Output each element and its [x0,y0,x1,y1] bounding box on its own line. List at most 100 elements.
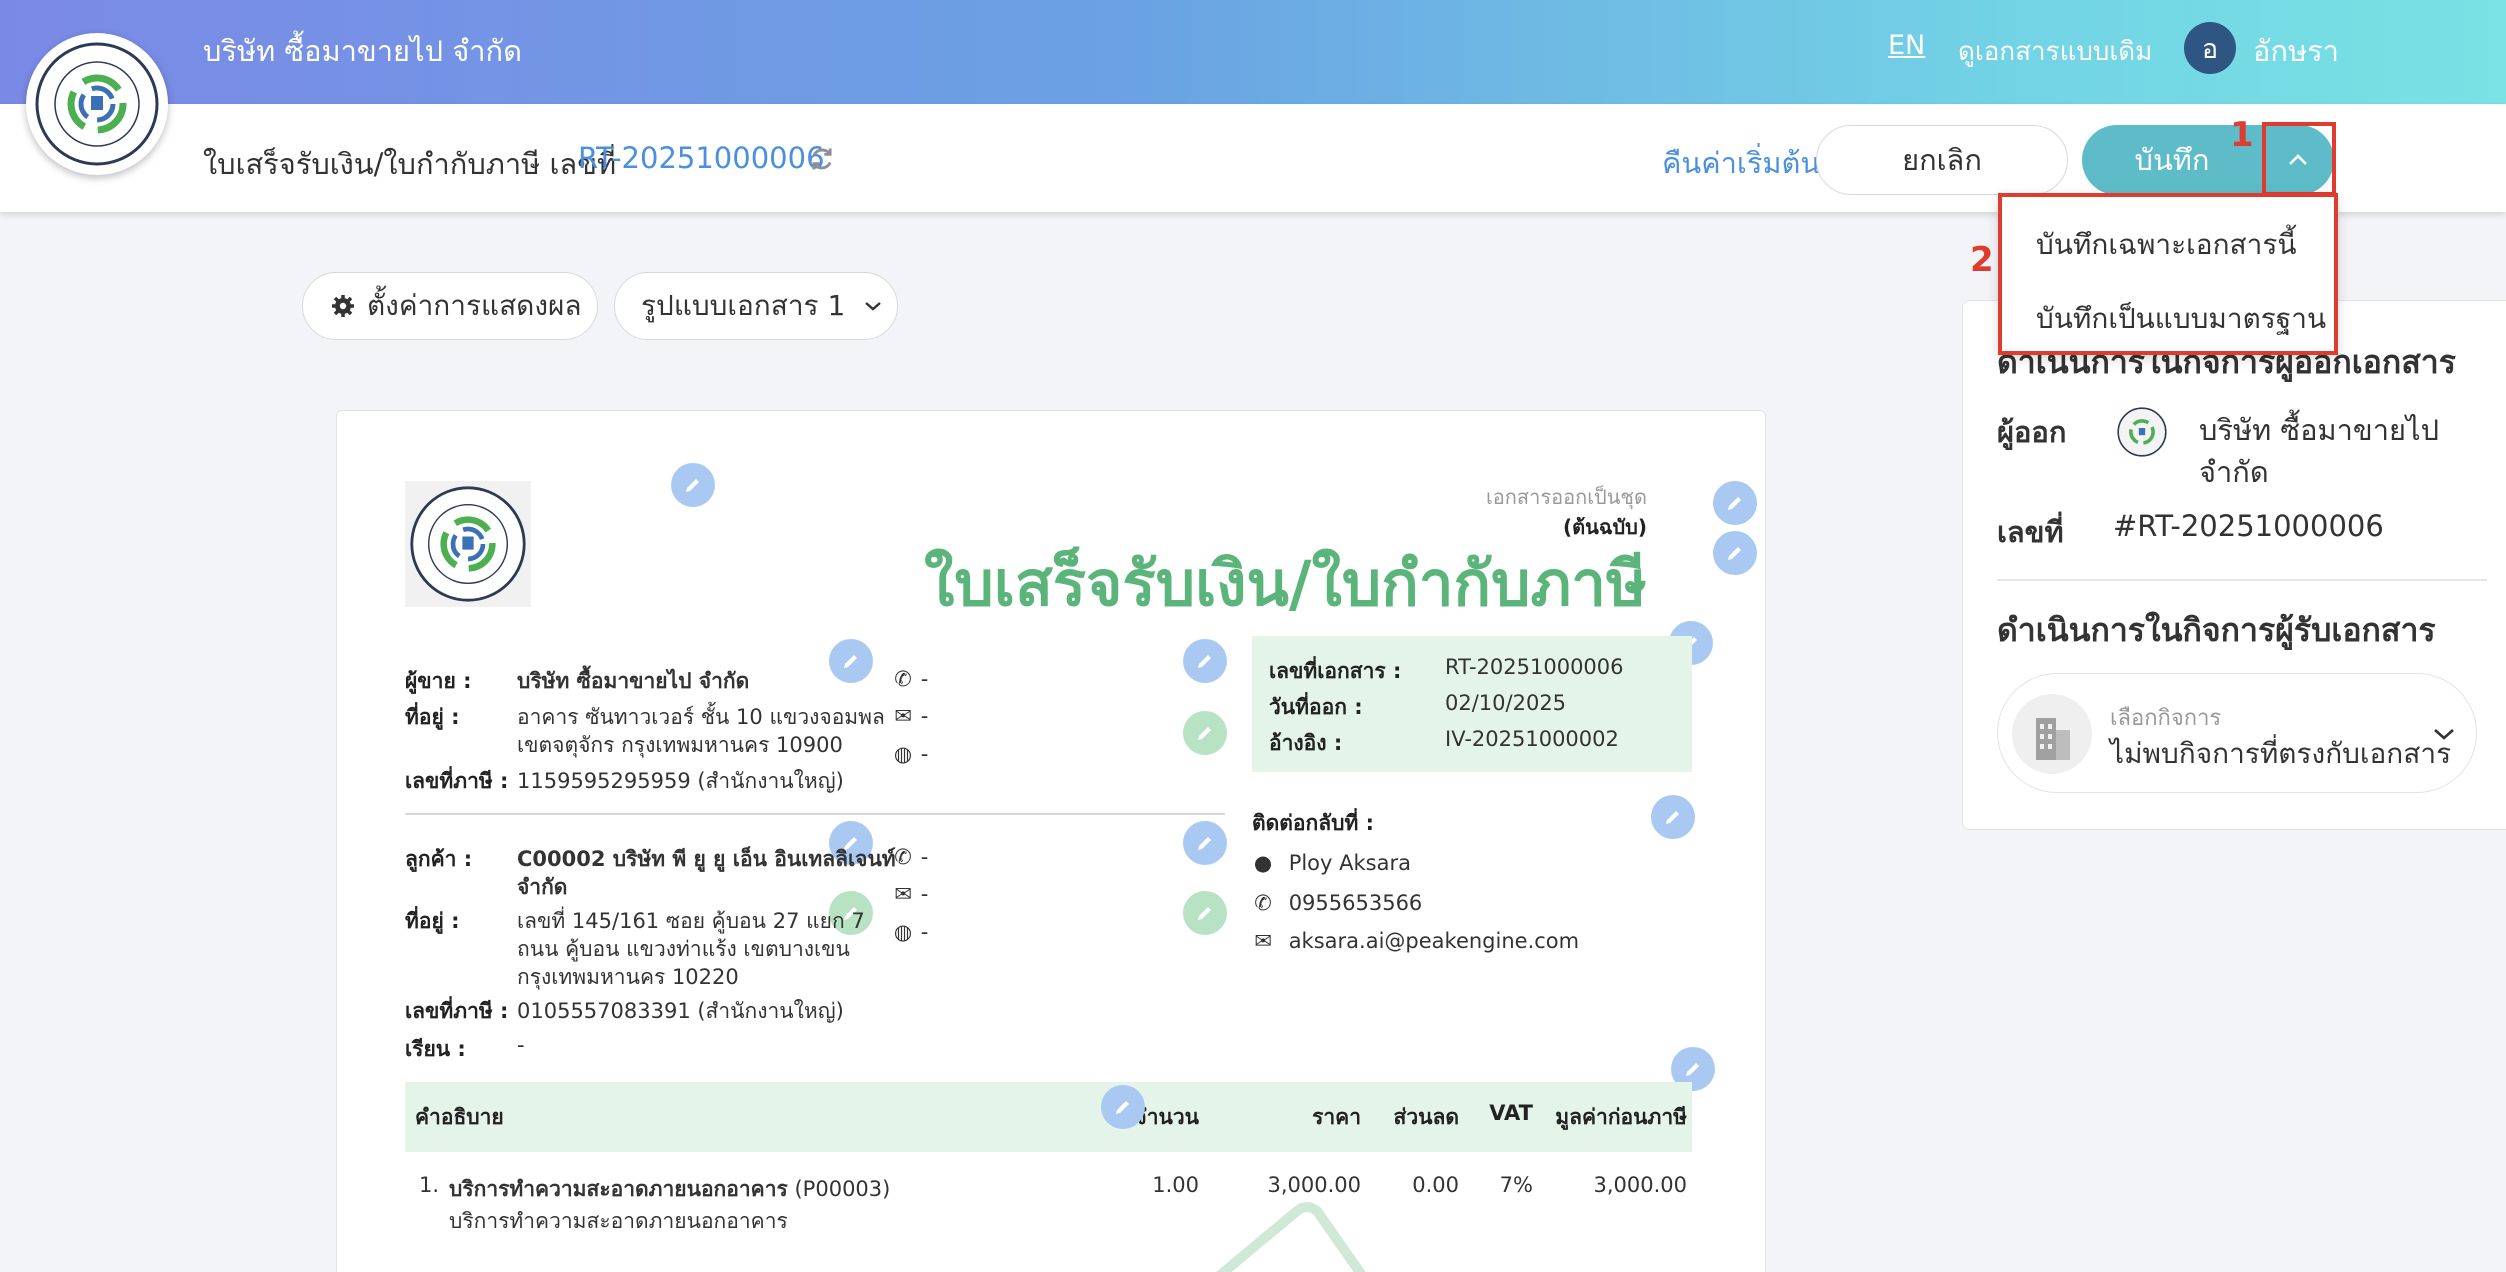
pencil-icon [1116,1101,1129,1114]
customer-email: - [920,882,929,906]
edit-customer-contact-button[interactable] [1183,821,1227,865]
toggle-seller-contact-button[interactable] [1183,711,1227,755]
document-title: ใบเสร็จรับเงิน/ใบกำกับภาษี [924,547,1647,620]
document-logo[interactable] [405,481,531,607]
contact-name: Ploy Aksara [1288,851,1411,875]
item-name-line: บริการทำความสะอาดภายนอกอาคาร (P00003) [449,1173,890,1206]
edit-contact-button[interactable] [1651,795,1695,839]
user-name[interactable]: อักษรา [2253,28,2339,74]
divider [405,813,1225,815]
col-price: ราคา [1312,1105,1361,1129]
customer-name-line2: จำกัด [517,875,568,899]
item-description: บริการทำความสะอาดภายนอกอาคาร [449,1209,788,1233]
phone-icon: ✆ [1254,891,1272,915]
customer-tax-label: เลขที่ภาษี : [405,999,509,1023]
edit-seller-button[interactable] [829,639,873,683]
chevron-down-icon [2434,729,2454,740]
ref-label: อ้างอิง : [1269,731,1343,755]
edit-description-col-button[interactable] [1101,1085,1145,1129]
seller-address-line2: เขตจตุจักร กรุงเทพมหานคร 10900 [517,733,843,757]
seller-web: - [920,742,929,766]
save-this-document-option[interactable]: บันทึกเฉพาะเอกสารนี้ [2036,223,2297,267]
refresh-icon[interactable] [808,145,836,173]
receiver-heading: ดำเนินการในกิจการผู้รับเอกสาร [1997,611,2436,649]
save-as-standard-option[interactable]: บันทึกเป็นแบบมาตรฐาน [2036,297,2326,341]
template-select[interactable]: รูปแบบเอกสาร 1 [614,272,898,340]
item-name: บริการทำความสะอาดภายนอกอาคาร [449,1177,788,1201]
customer-web-row: ◍ - [892,920,928,944]
attention-value: - [517,1033,525,1057]
cancel-button[interactable]: ยกเลิก [1816,125,2068,195]
batch-note: เอกสารออกเป็นชุด [1485,485,1647,509]
customer-web: - [920,920,929,944]
company-name: บริษัท ซื้อมาขายไป จำกัด [203,34,522,68]
divider [1997,579,2487,581]
template-select-value: รูปแบบเอกสาร 1 [641,289,846,322]
watermark-shape [1215,1202,1366,1272]
edit-logo-button[interactable] [671,463,715,507]
contact-phone: 0955653566 [1288,891,1423,915]
display-settings-button[interactable]: ตั้งค่าการแสดงผล [302,272,598,340]
toggle-customer-contact-button[interactable] [1183,891,1227,935]
item-qty: 1.00 [1152,1173,1199,1197]
company-logo[interactable] [26,33,168,175]
pencil-icon [686,479,699,492]
issuer-name-line2: จำกัด [2199,455,2269,489]
item-amount: 3,000.00 [1593,1173,1687,1197]
pencil-icon [1728,547,1741,560]
pencil-icon [1198,727,1211,740]
business-select[interactable]: เลือกกิจการ ไม่พบกิจการที่ตรงกับเอกสาร [1997,673,2477,793]
docno-value: RT-20251000006 [1445,655,1624,679]
edit-seller-contact-button[interactable] [1183,639,1227,683]
customer-tax: 0105557083391 (สำนักงานใหญ่) [517,999,844,1023]
docno-label: เลขที่เอกสาร : [1269,659,1402,683]
issuer-label: ผู้ออก [1997,415,2067,449]
business-select-value: ไม่พบกิจการที่ตรงกับเอกสาร [2110,737,2452,770]
edit-title-button[interactable] [1713,531,1757,575]
seller-phone: - [920,667,929,691]
old-document-view-link[interactable]: ดูเอกสารแบบเดิม [1958,31,2152,72]
right-panel: ดำเนินการในกิจการผู้ออกเอกสาร ผู้ออก บริ… [1962,300,2506,830]
edit-note-button[interactable] [1713,481,1757,525]
customer-address-line3: กรุงเทพมหานคร 10220 [517,965,739,989]
ref-value: IV-20251000002 [1445,727,1619,751]
row-number: 1. [419,1173,440,1197]
user-icon: ● [1253,851,1273,875]
pencil-icon [1686,1063,1699,1076]
col-amount: มูลค่าก่อนภาษี [1555,1105,1687,1129]
seller-email-row: ✉ - [892,704,928,728]
pencil-icon [1728,497,1741,510]
seller-phone-row: ✆ - [892,667,928,691]
contact-email-row: ✉ aksara.ai@peakengine.com [1252,929,1579,953]
customer-phone: - [920,845,929,869]
gear-icon [332,295,354,317]
col-description: คำอธิบาย [415,1105,504,1129]
pencil-icon [1198,655,1211,668]
number-label: เลขที่ [1997,515,2064,549]
seller-label: ผู้ขาย : [405,669,472,693]
customer-name-line1: C00002 บริษัท พี ยู ยู เอ็น อินเทลลิเจนท… [517,847,896,871]
document-type-label: ใบเสร็จรับเงิน/ใบกำกับภาษี เลขที่ [203,147,617,181]
seller-tax: 1159595295959 (สำนักงานใหญ่) [517,769,844,793]
company-seal-icon [35,42,159,166]
item-discount: 0.00 [1412,1173,1459,1197]
save-options-menu: บันทึกเฉพาะเอกสารนี้ บันทึกเป็นแบบมาตรฐา… [1998,193,2338,355]
contact-phone-row: ✆ 0955653566 [1252,891,1422,915]
display-settings-label: ตั้งค่าการแสดงผล [367,289,582,322]
customer-phone-row: ✆ - [892,845,928,869]
reset-default-link[interactable]: คืนค่าเริ่มต้น [1662,140,1820,186]
item-code: (P00003) [794,1177,891,1201]
pencil-icon [1198,907,1211,920]
avatar[interactable]: อ [2184,22,2236,74]
customer-label: ลูกค้า : [405,847,473,871]
annotation-box-1 [2262,122,2336,196]
language-switch-link[interactable]: EN [1888,30,1925,61]
pencil-icon [1666,811,1679,824]
contact-label: ติดต่อกลับที่ : [1252,811,1374,835]
contact-email: aksara.ai@peakengine.com [1288,929,1580,953]
globe-icon: ◍ [893,742,913,766]
document-number[interactable]: RT-20251000006 [578,141,825,175]
date-value: 02/10/2025 [1445,691,1567,715]
envelope-icon: ✉ [894,882,912,906]
building-icon [2012,694,2092,774]
